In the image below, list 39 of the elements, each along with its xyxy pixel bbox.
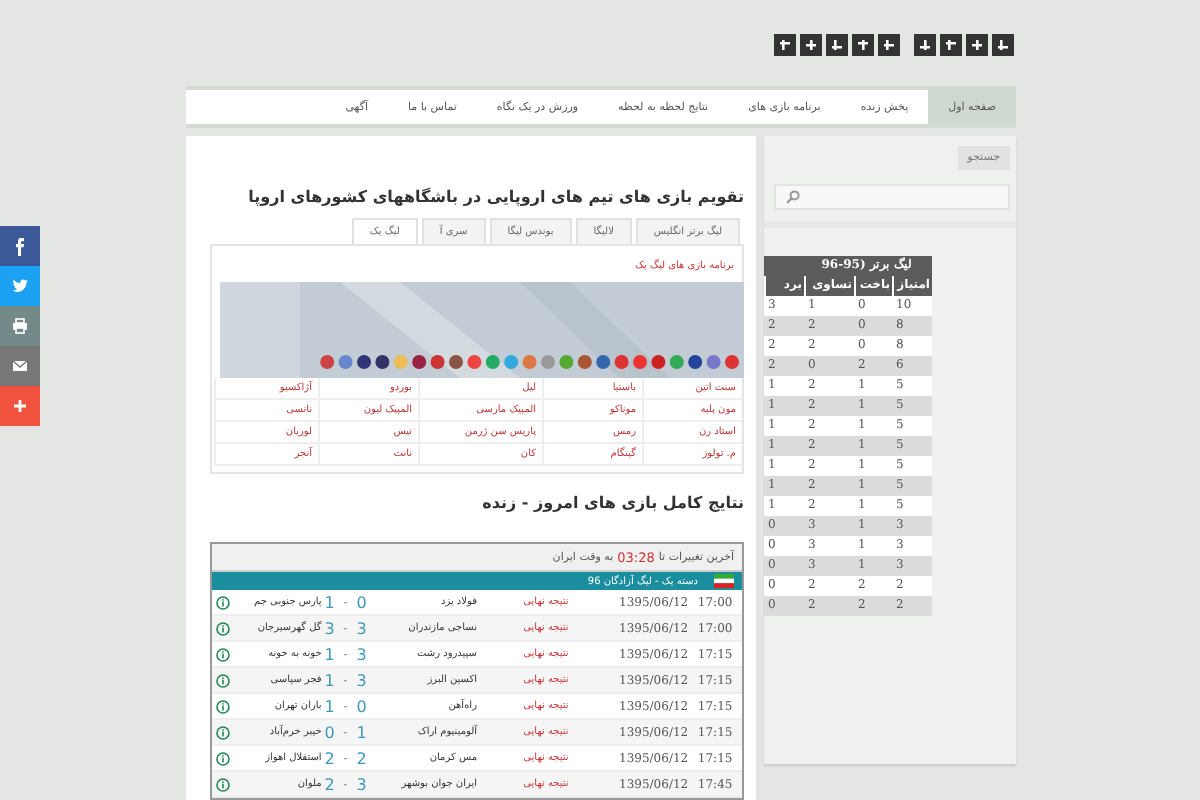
score: 0 (322, 723, 337, 741)
score: 3 (354, 671, 369, 689)
search-field[interactable] (774, 184, 1010, 210)
facebook-icon (10, 236, 30, 256)
print-icon (10, 316, 30, 336)
score: 3 (354, 619, 369, 637)
score: 2 (322, 749, 337, 767)
score: 1 (354, 723, 369, 741)
search-icon (786, 190, 800, 204)
score: 1 (322, 593, 337, 611)
score: 1 (322, 671, 337, 689)
info-icon[interactable] (216, 725, 230, 739)
print-button[interactable] (0, 306, 40, 346)
score: 3 (354, 775, 369, 793)
score: 2 (354, 749, 369, 767)
score: 1 (322, 645, 337, 663)
score: 1 (322, 697, 337, 715)
score: 0 (354, 697, 369, 715)
bird-button[interactable] (0, 266, 40, 306)
bird-icon (10, 276, 30, 296)
info-icon[interactable] (216, 751, 230, 765)
info-icon[interactable] (216, 647, 230, 661)
results-title: نتایج کامل بازی های امروز - زنده (480, 494, 744, 512)
score: 3 (354, 645, 369, 663)
info-icon[interactable] (216, 699, 230, 713)
score: 0 (354, 593, 369, 611)
info-icon[interactable] (216, 673, 230, 687)
facebook-button[interactable] (0, 226, 40, 266)
article-title: تقویم بازی های تیم های اروپایی در باشگاههای کشورهای اروپا (246, 188, 744, 206)
info-icon[interactable] (216, 777, 230, 791)
info-icon[interactable] (216, 621, 230, 635)
info-icon[interactable] (216, 595, 230, 609)
email-button[interactable] (0, 346, 40, 386)
plus-button[interactable] (0, 386, 40, 426)
email-icon (10, 356, 30, 376)
score: 2 (322, 775, 337, 793)
logo-drawing[interactable] (774, 34, 1014, 56)
plus-icon (10, 396, 30, 416)
score: 3 (322, 619, 337, 637)
